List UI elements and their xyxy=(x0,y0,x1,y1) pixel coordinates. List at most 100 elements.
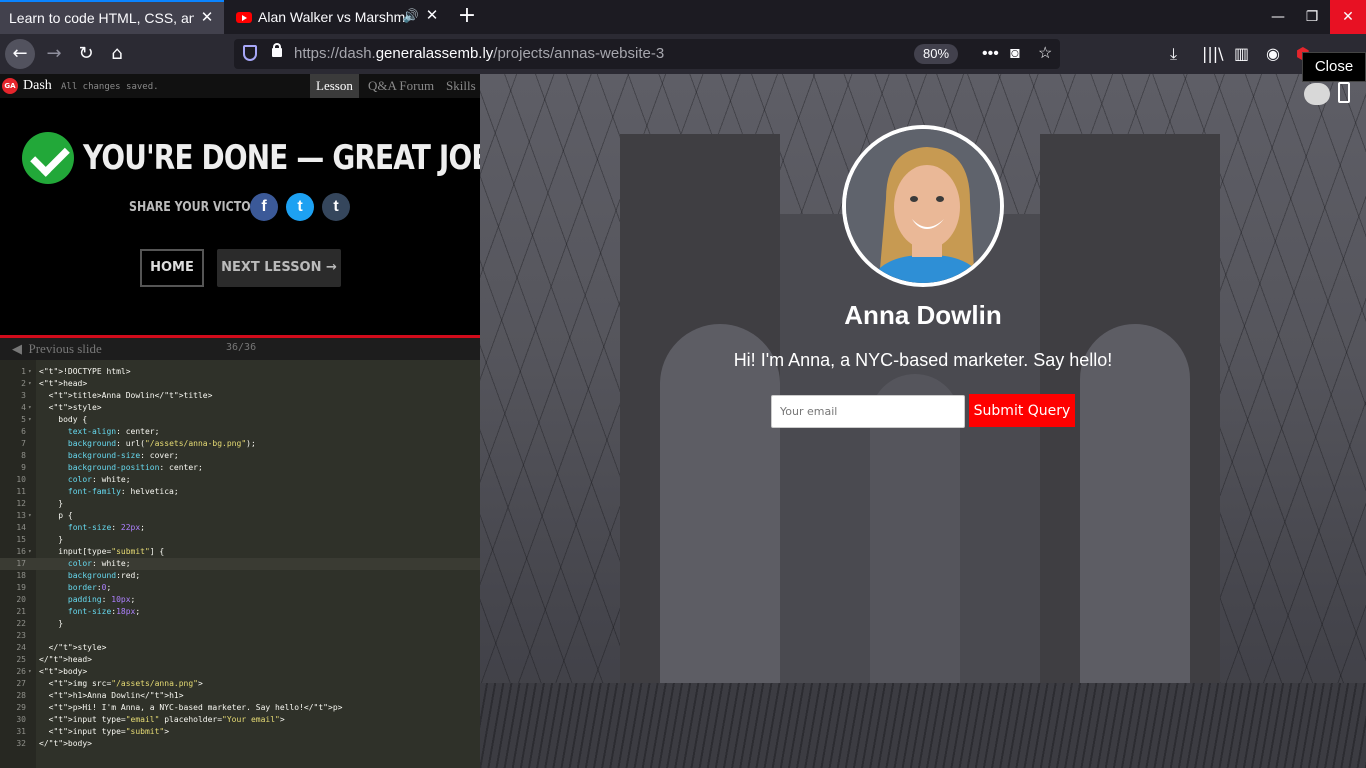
fold-arrow-icon[interactable]: ▾ xyxy=(28,378,32,390)
code-line[interactable]: 8 background-size: cover; xyxy=(0,450,480,462)
close-tooltip[interactable]: Close xyxy=(1302,52,1366,82)
code-line[interactable]: 10 color: white; xyxy=(0,474,480,486)
library-icon[interactable]: |||\ xyxy=(1202,44,1224,64)
line-number: 11 xyxy=(16,487,26,496)
code-line[interactable]: 9 background-position: center; xyxy=(0,462,480,474)
tracking-shield-icon[interactable] xyxy=(243,45,257,61)
code-text: } xyxy=(39,499,64,508)
code-line[interactable]: 6 text-align: center; xyxy=(0,426,480,438)
code-line[interactable]: 29 <"t">p>Hi! I'm Anna, a NYC-based mark… xyxy=(0,702,480,714)
code-line[interactable]: 20 padding: 10px; xyxy=(0,594,480,606)
code-line[interactable]: 16 ▾ input[type="submit"] { xyxy=(0,546,480,558)
speaker-icon[interactable]: 🔊 xyxy=(403,8,419,24)
twitter-icon[interactable]: t xyxy=(286,193,314,221)
page-actions-icon[interactable]: ••• xyxy=(982,44,999,64)
url-bar[interactable]: https://dash.generalassemb.ly/projects/a… xyxy=(234,39,1060,69)
tab-youtube[interactable]: Alan Walker vs Marshmello 🔊 ✕ xyxy=(227,0,449,34)
new-tab-button[interactable]: + xyxy=(456,4,478,28)
code-line[interactable]: 13 ▾ p { xyxy=(0,510,480,522)
back-button[interactable]: ← xyxy=(5,39,35,69)
lock-icon[interactable] xyxy=(272,43,282,57)
code-line[interactable]: 28 <"t">h1>Anna Dowlin</"t">h1> xyxy=(0,690,480,702)
preview-toggle[interactable] xyxy=(1304,83,1330,105)
tab-active[interactable]: Learn to code HTML, CSS, and ✕ xyxy=(0,0,224,34)
reload-button[interactable]: ↻ xyxy=(71,39,101,69)
code-line[interactable]: 4 ▾ <"t">style> xyxy=(0,402,480,414)
code-line[interactable]: 18 background:red; xyxy=(0,570,480,582)
code-line[interactable]: 14 font-size: 22px; xyxy=(0,522,480,534)
code-line[interactable]: 2 ▾ <"t">head> xyxy=(0,378,480,390)
extension-icon[interactable]: ◉ xyxy=(1266,44,1280,64)
line-number: 2 xyxy=(21,379,26,388)
code-line[interactable]: 17 color: white; xyxy=(0,558,480,570)
sidebar-icon[interactable]: ▥ xyxy=(1234,44,1249,64)
tab-close-icon[interactable]: ✕ xyxy=(198,9,216,27)
fold-arrow-icon[interactable]: ▾ xyxy=(28,510,32,522)
bookmark-star-icon[interactable]: ☆ xyxy=(1038,44,1052,64)
tab-skills[interactable]: Skills xyxy=(440,74,482,98)
tab-title: Learn to code HTML, CSS, and xyxy=(9,10,194,26)
line-number: 32 xyxy=(16,739,26,748)
home-lesson-button[interactable]: HOME xyxy=(140,249,204,287)
line-number: 22 xyxy=(16,619,26,628)
code-line[interactable]: 32 </"t">body> xyxy=(0,738,480,750)
code-line[interactable]: 5 ▾ body { xyxy=(0,414,480,426)
code-line[interactable]: 3 <"t">title>Anna Dowlin</"t">title> xyxy=(0,390,480,402)
code-line[interactable]: 27 <"t">img src="/assets/anna.png"> xyxy=(0,678,480,690)
tumblr-icon[interactable]: t xyxy=(322,193,350,221)
mobile-view-icon[interactable] xyxy=(1338,82,1350,103)
dash-title[interactable]: Dash xyxy=(23,78,52,94)
fold-arrow-icon[interactable]: ▾ xyxy=(28,414,32,426)
fold-arrow-icon[interactable]: ▾ xyxy=(28,366,32,378)
code-line[interactable]: 22 } xyxy=(0,618,480,630)
code-line[interactable]: 12 } xyxy=(0,498,480,510)
code-text: p { xyxy=(39,511,73,520)
downloads-icon[interactable]: ⤓ xyxy=(1170,44,1177,64)
code-line[interactable]: 11 font-family: helvetica; xyxy=(0,486,480,498)
tab-close-icon[interactable]: ✕ xyxy=(423,7,441,25)
url-text[interactable]: https://dash.generalassemb.ly/projects/a… xyxy=(294,45,664,62)
forward-button[interactable]: → xyxy=(39,39,69,69)
next-lesson-button[interactable]: NEXT LESSON → xyxy=(217,249,341,287)
ga-logo[interactable]: GA xyxy=(2,78,18,94)
code-line[interactable]: 25 </"t">head> xyxy=(0,654,480,666)
line-number: 23 xyxy=(16,631,26,640)
code-line[interactable]: 26 ▾ <"t">body> xyxy=(0,666,480,678)
website-preview: Anna Dowlin Hi! I'm Anna, a NYC-based ma… xyxy=(480,74,1366,768)
minimize-button[interactable]: — xyxy=(1262,0,1294,34)
line-number: 31 xyxy=(16,727,26,736)
window-close-button[interactable]: ✕ xyxy=(1330,0,1366,34)
email-field[interactable] xyxy=(771,395,965,428)
pocket-icon[interactable]: ◙ xyxy=(1010,44,1020,64)
tab-qa-forum[interactable]: Q&A Forum xyxy=(362,74,440,98)
youtube-icon xyxy=(236,11,252,23)
fold-arrow-icon[interactable]: ▾ xyxy=(28,546,32,558)
code-text: <"t">style> xyxy=(39,403,102,412)
fold-arrow-icon[interactable]: ▾ xyxy=(28,402,32,414)
code-line[interactable]: 23 xyxy=(0,630,480,642)
code-text: <"t">body> xyxy=(39,667,88,676)
code-line[interactable]: 30 <"t">input type="email" placeholder="… xyxy=(0,714,480,726)
code-line[interactable]: 7 background: url("/assets/anna-bg.png")… xyxy=(0,438,480,450)
code-editor[interactable]: 1 ▾ <"t">!DOCTYPE html> 2 ▾ <"t">head> 3 <"t">… xyxy=(0,360,480,768)
home-button[interactable]: ⌂ xyxy=(102,39,132,69)
tab-lesson[interactable]: Lesson xyxy=(310,74,359,98)
submit-button[interactable] xyxy=(969,394,1075,427)
line-number: 29 xyxy=(16,703,26,712)
code-line[interactable]: 19 border:0; xyxy=(0,582,480,594)
previous-slide-link[interactable]: ◀ Previous slide xyxy=(12,341,102,357)
line-number: 18 xyxy=(16,571,26,580)
line-number: 28 xyxy=(16,691,26,700)
slide-nav: ◀ Previous slide 36/36 xyxy=(0,338,480,360)
code-text: </"t">style> xyxy=(39,643,107,652)
code-line[interactable]: 21 font-size:18px; xyxy=(0,606,480,618)
facebook-icon[interactable]: f xyxy=(250,193,278,221)
code-line[interactable]: 31 <"t">input type="submit"> xyxy=(0,726,480,738)
code-line[interactable]: 24 </"t">style> xyxy=(0,642,480,654)
fold-arrow-icon[interactable]: ▾ xyxy=(28,666,32,678)
dash-header: GA Dash All changes saved. Lesson Q&A Fo… xyxy=(0,74,480,98)
restore-button[interactable]: ❐ xyxy=(1296,0,1328,34)
code-line[interactable]: 15 } xyxy=(0,534,480,546)
zoom-indicator[interactable]: 80% xyxy=(914,44,958,64)
code-line[interactable]: 1 ▾ <"t">!DOCTYPE html> xyxy=(0,366,480,378)
